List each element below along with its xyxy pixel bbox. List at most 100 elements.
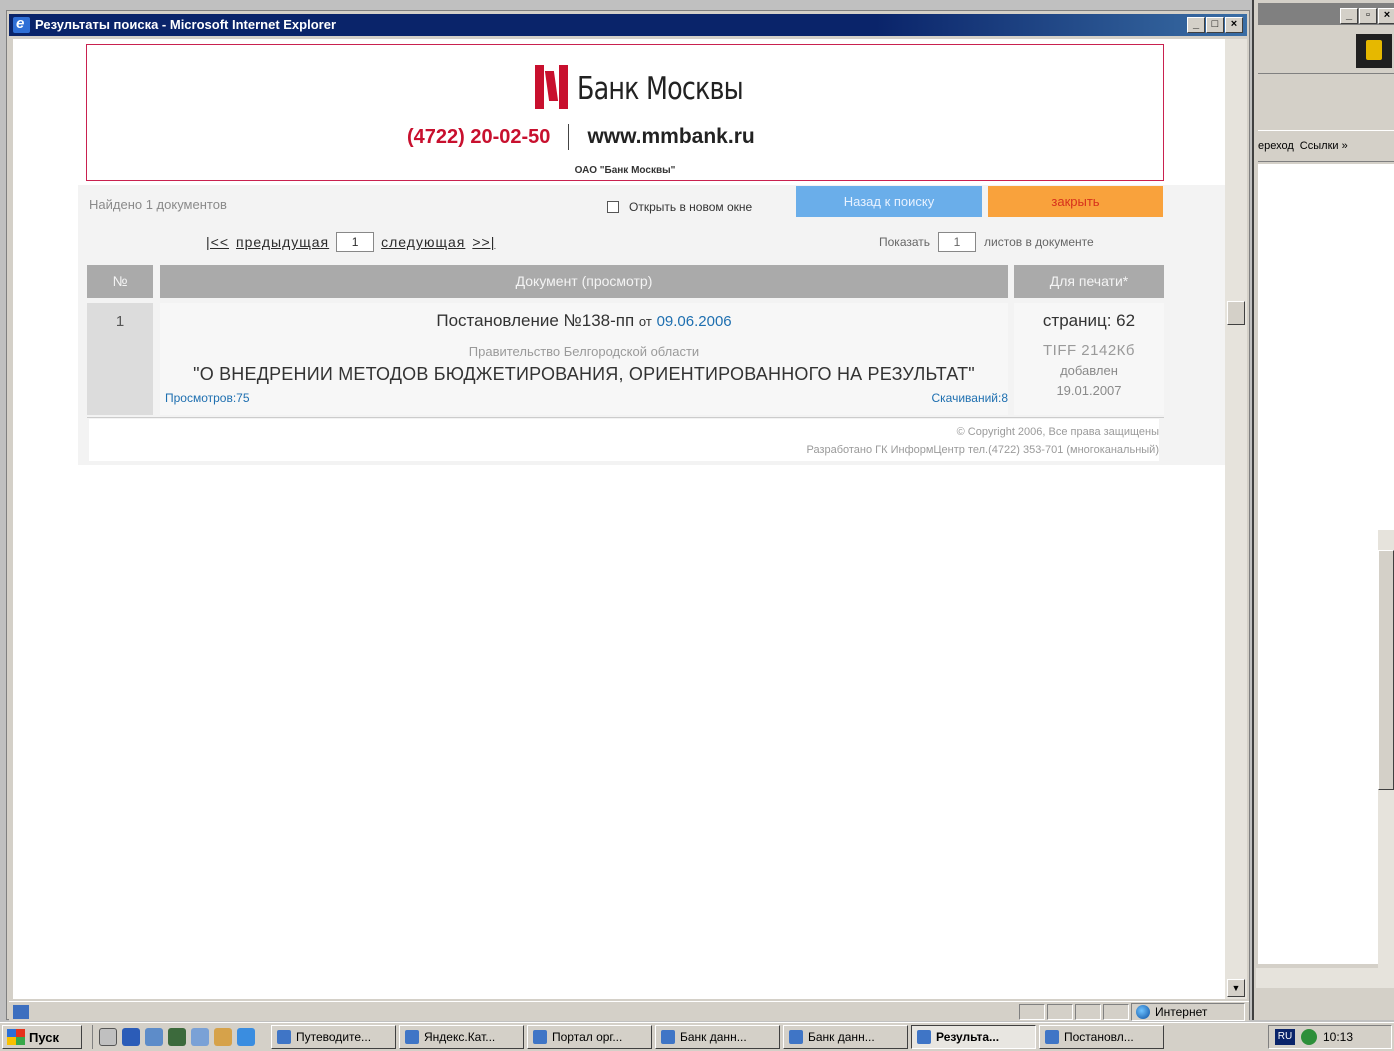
sheets-count-input[interactable]: 1	[938, 232, 977, 252]
maximize-button[interactable]: □	[1206, 17, 1224, 33]
security-zone: Интернет	[1131, 1003, 1245, 1021]
pager: |<< предыдущая 1 следующая >>|	[206, 232, 495, 252]
status-cell	[1075, 1004, 1101, 1020]
back-to-search-button[interactable]: Назад к поиску	[796, 186, 982, 217]
task-button[interactable]: Яндекс.Кат...	[399, 1025, 524, 1049]
prev-page-link[interactable]: предыдущая	[236, 234, 329, 250]
bank-website: www.mmbank.ru	[587, 125, 755, 148]
search-icon[interactable]	[145, 1028, 163, 1046]
links-button[interactable]: Ссылки »	[1300, 140, 1348, 152]
contact-line: (4722) 20-02-50 www.mmbank.ru	[407, 124, 755, 150]
file-format-size: TIFF 2142Кб	[1042, 342, 1136, 359]
developer-text: Разработано ГК ИнформЦентр тел.(4722) 35…	[806, 444, 1159, 456]
tray-app-icon[interactable]	[1301, 1029, 1317, 1045]
task-button[interactable]: Портал орг...	[527, 1025, 652, 1049]
task-button[interactable]: Путеводите...	[271, 1025, 396, 1049]
date-prefix: от	[638, 314, 652, 329]
copyright-text: © Copyright 2006, Все права защищены	[956, 426, 1159, 438]
bg-minimize-button[interactable]: _	[1340, 8, 1358, 24]
close-window-button[interactable]: ×	[1225, 17, 1243, 33]
print-info[interactable]: страниц: 62 TIFF 2142Кб добавлен 19.01.2…	[1014, 303, 1164, 415]
divider	[568, 124, 570, 150]
page-footer: © Copyright 2006, Все права защищены Раз…	[89, 419, 1159, 461]
bg-restore-button[interactable]: ▫	[1359, 8, 1377, 24]
program-icon[interactable]	[168, 1028, 186, 1046]
minimize-button[interactable]: _	[1187, 17, 1205, 33]
quick-launch	[92, 1025, 255, 1049]
task-button[interactable]: Банк данн...	[783, 1025, 908, 1049]
bank-banner[interactable]: Банк Москвы (4722) 20-02-50 www.mmbank.r…	[86, 44, 1164, 181]
paint-icon[interactable]	[214, 1028, 232, 1046]
new-window-checkbox[interactable]	[607, 201, 619, 213]
status-cell	[1103, 1004, 1129, 1020]
row-number: 1	[87, 303, 153, 415]
task-button-active[interactable]: Результа...	[911, 1025, 1036, 1049]
clock: 10:13	[1323, 1030, 1354, 1044]
column-header-print: Для печати*	[1014, 265, 1164, 298]
company-name: ОАО "Банк Москвы"	[574, 165, 676, 176]
system-tray: RU 10:13	[1268, 1025, 1392, 1049]
background-content	[1258, 164, 1394, 964]
sheets-label: листов в документе	[984, 235, 1094, 249]
globe-icon	[1136, 1005, 1150, 1019]
task-list: Путеводите... Яндекс.Кат... Портал орг..…	[271, 1025, 1164, 1049]
document-type-number: Постановление №138-пп	[436, 311, 635, 330]
language-indicator[interactable]: RU	[1275, 1029, 1295, 1045]
first-page-link[interactable]: |<<	[206, 234, 229, 250]
document-title[interactable]: Постановление №138-пп от 09.06.2006	[160, 311, 1008, 331]
page-number-input[interactable]: 1	[336, 232, 375, 252]
browser-logo-icon	[1356, 34, 1392, 68]
views-count: Просмотров:75	[165, 391, 250, 405]
internet-explorer-icon	[13, 13, 30, 35]
background-window-titlebar[interactable]: _ ▫ ×	[1258, 3, 1394, 25]
page-viewport: Банк Москвы (4722) 20-02-50 www.mmbank.r…	[13, 39, 1225, 999]
document-date-link[interactable]: 09.06.2006	[657, 313, 732, 330]
next-page-link[interactable]: следующая	[381, 234, 465, 250]
scroll-down-arrow-icon[interactable]: ▼	[1227, 979, 1245, 997]
links-bar: ереход Ссылки »	[1258, 130, 1394, 162]
background-vertical-scrollbar[interactable]	[1378, 530, 1394, 970]
page-status-icon	[13, 1005, 29, 1019]
start-button[interactable]: Пуск	[2, 1025, 82, 1049]
status-bar: Интернет	[9, 1001, 1249, 1021]
show-label: Показать	[879, 235, 931, 249]
go-button[interactable]: ереход	[1258, 140, 1294, 152]
bg-close-button[interactable]: ×	[1378, 8, 1394, 24]
task-button[interactable]: Банк данн...	[655, 1025, 780, 1049]
bank-phone: (4722) 20-02-50	[407, 125, 551, 148]
status-cell	[1019, 1004, 1045, 1020]
word-icon[interactable]	[122, 1028, 140, 1046]
bank-logo-icon	[535, 65, 568, 109]
open-new-window-option[interactable]: Открыть в новом окне	[607, 200, 752, 214]
bank-name: Банк Москвы	[577, 71, 744, 107]
page-count[interactable]: страниц: 62	[1014, 311, 1164, 331]
vertical-scrollbar[interactable]: ▼	[1225, 39, 1247, 999]
background-window[interactable]: _ ▫ × ереход Ссылки »	[1252, 0, 1394, 1020]
desktop-icon[interactable]	[99, 1028, 117, 1046]
taskbar: Пуск Путеводите... Яндекс.Кат... Портал …	[0, 1022, 1394, 1051]
task-button[interactable]: Постановл...	[1039, 1025, 1164, 1049]
start-label: Пуск	[29, 1029, 59, 1045]
row-divider	[87, 417, 1164, 418]
browser-icon[interactable]	[237, 1028, 255, 1046]
status-cell	[1047, 1004, 1073, 1020]
added-label: добавлен	[1060, 363, 1118, 378]
sheets-per-document: Показать 1 листов в документе	[879, 232, 1094, 252]
found-count: Найдено 1 документов	[89, 197, 227, 212]
last-page-link[interactable]: >>|	[472, 234, 495, 250]
scrollbar-thumb[interactable]	[1227, 301, 1245, 325]
close-button[interactable]: закрыть	[988, 186, 1163, 217]
background-horizontal-scrollbar[interactable]	[1256, 968, 1394, 988]
window-title: Результаты поиска - Microsoft Internet E…	[35, 17, 336, 32]
document-name-link[interactable]: "О ВНЕДРЕНИИ МЕТОДОВ БЮДЖЕТИРОВАНИЯ, ОРИ…	[160, 364, 1008, 385]
column-header-number: №	[87, 265, 153, 298]
new-window-label: Открыть в новом окне	[629, 200, 753, 214]
background-scrollbar-thumb[interactable]	[1378, 550, 1394, 790]
background-toolbar	[1258, 28, 1394, 74]
window-titlebar[interactable]: Результаты поиска - Microsoft Internet E…	[9, 13, 1247, 36]
column-header-document: Документ (просмотр)	[160, 265, 1008, 298]
explorer-icon[interactable]	[191, 1028, 209, 1046]
ie-window: Результаты поиска - Microsoft Internet E…	[6, 10, 1250, 1021]
zone-label: Интернет	[1155, 1005, 1208, 1019]
table-row[interactable]: Постановление №138-пп от 09.06.2006 Прав…	[160, 303, 1008, 415]
